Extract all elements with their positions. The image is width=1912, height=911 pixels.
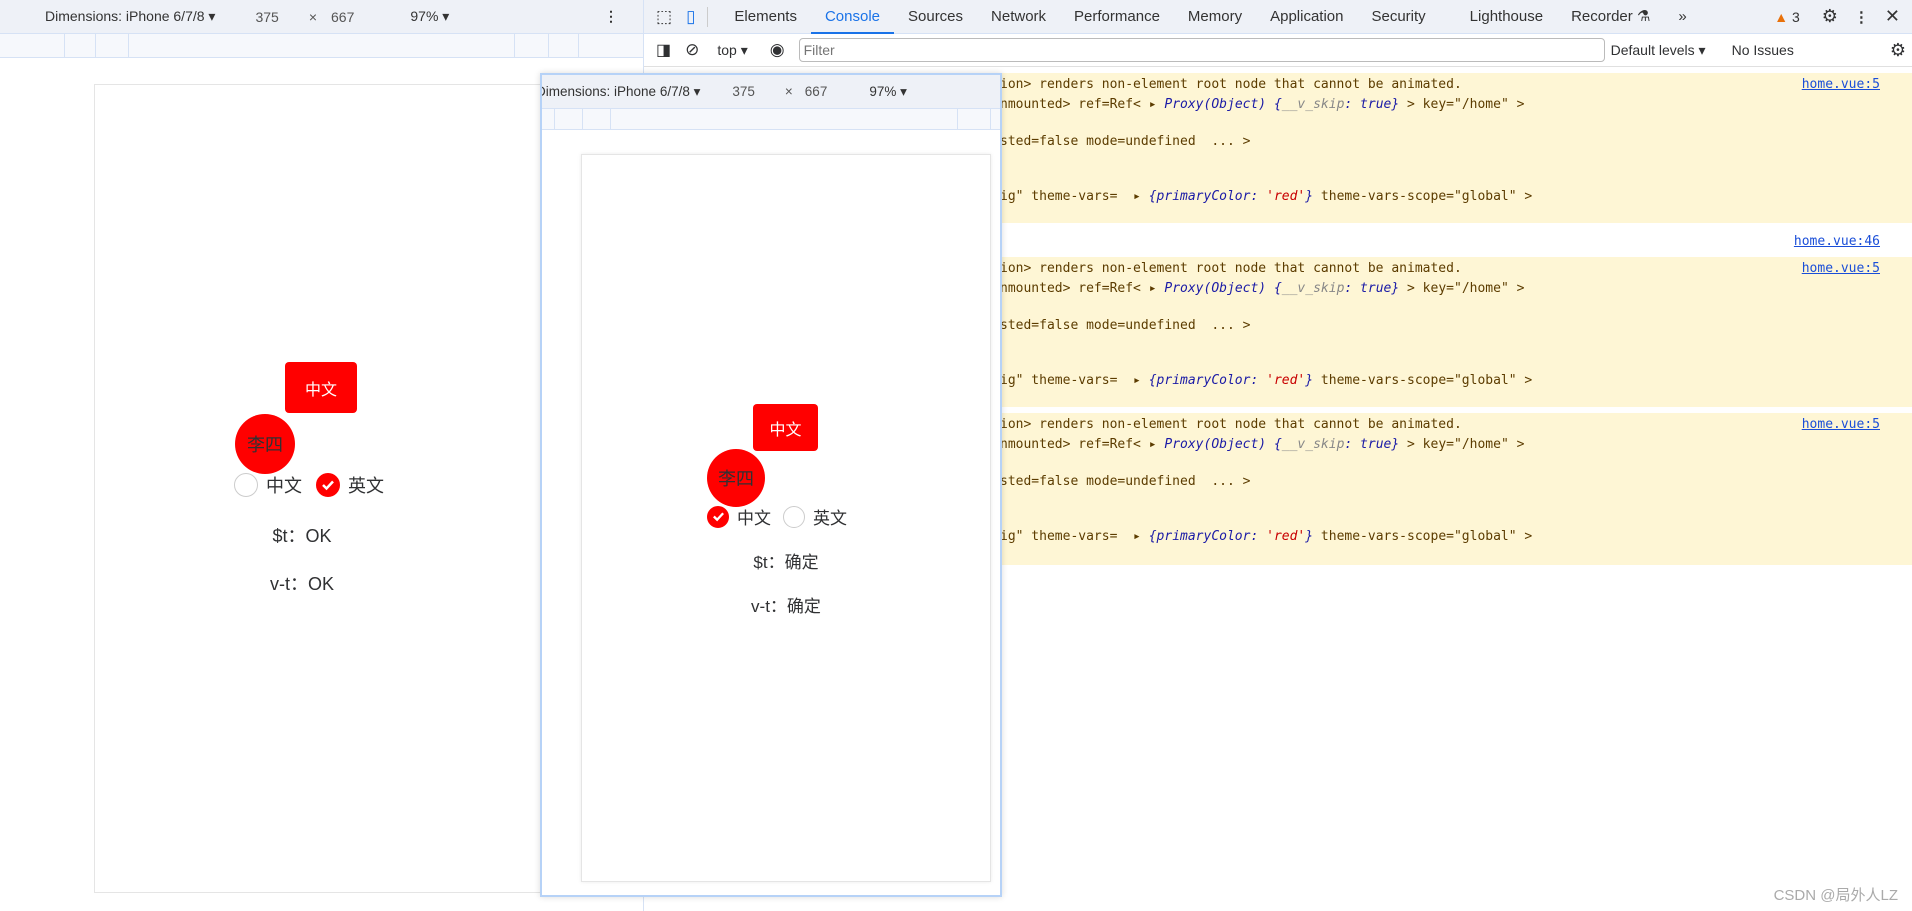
message-line: sted=false mode=undefined ... >	[1000, 318, 1251, 333]
height-input[interactable]: 667	[805, 84, 828, 99]
devtools-tab-bar: ⬚ ▯ Elements Console Sources Network Per…	[644, 0, 1912, 34]
clear-console-icon[interactable]: ⊘	[685, 40, 699, 60]
width-input[interactable]: 375	[255, 9, 278, 25]
t-text: $t：OK	[272, 526, 332, 546]
watermark: CSDN @局外人LZ	[1773, 887, 1898, 904]
avatar: 李四	[235, 414, 295, 474]
log-levels-select[interactable]: Default levels ▾	[1611, 42, 1706, 59]
source-link[interactable]: home.vue:5	[1802, 261, 1880, 276]
message-line[interactable]: ig" theme-vars= ▸ {primaryColor: 'red'} …	[1000, 373, 1532, 388]
filter-input[interactable]	[798, 38, 1605, 62]
radio-checked-icon	[316, 473, 340, 497]
device-toolbar: Dimensions: iPhone 6/7/8 ▾ 375 × 667 97%…	[0, 0, 643, 34]
message-line: ion> renders non-element root node that …	[1000, 261, 1462, 276]
source-link[interactable]: home.vue:5	[1802, 417, 1880, 432]
vt-text: v-t：确定	[751, 597, 821, 616]
tab-network[interactable]: Network	[977, 0, 1060, 34]
message-line[interactable]: nmounted> ref=Ref< ▸ Proxy(Object) {__v_…	[1000, 281, 1524, 296]
message-line: sted=false mode=undefined ... >	[1000, 474, 1251, 489]
message-line: ion> renders non-element root node that …	[1000, 77, 1462, 92]
radio-unchecked-icon	[783, 505, 805, 528]
device-select[interactable]: Dimensions: iPhone 6/7/8 ▾	[542, 84, 700, 100]
eye-icon[interactable]: ◉	[770, 40, 785, 60]
message-line[interactable]: nmounted> ref=Ref< ▸ Proxy(Object) {__v_…	[1000, 97, 1524, 112]
tab-recorder[interactable]: Recorder ⚗	[1557, 0, 1664, 34]
left-app: 中文 李四 中文 英文 $t：OK v-t：OK	[94, 84, 540, 893]
tab-application[interactable]: Application	[1256, 0, 1357, 34]
source-link[interactable]: home.vue:5	[1802, 77, 1880, 92]
t-text: $t：确定	[753, 553, 819, 572]
message-line: ion> renders non-element root node that …	[1000, 417, 1462, 432]
device-select[interactable]: Dimensions: iPhone 6/7/8 ▾	[45, 8, 215, 25]
media-query-ruler	[542, 109, 1000, 130]
radio-checked-icon	[707, 505, 729, 528]
settings-icon[interactable]: ⚙	[1822, 6, 1838, 27]
console-toolbar: ◨ ⊘ top ▾ ◉ Default levels ▾ No Issues ⚙	[644, 34, 1912, 67]
tab-security[interactable]: Security	[1357, 0, 1439, 34]
device-toolbar: Dimensions: iPhone 6/7/8 ▾ 375 × 667 97%…	[542, 75, 1000, 109]
tab-memory[interactable]: Memory	[1174, 0, 1256, 34]
tab-sources[interactable]: Sources	[894, 0, 977, 34]
more-tabs-button[interactable]: »	[1664, 0, 1700, 34]
avatar: 李四	[707, 449, 765, 507]
more-icon[interactable]: ⋮	[604, 8, 618, 25]
close-icon[interactable]: ✕	[1885, 6, 1900, 27]
device-viewport: 中文 李四 中文 英文 $t：确定 v-t：确定	[581, 154, 991, 882]
device-toggle-icon[interactable]: ▯	[686, 7, 695, 27]
floating-device-window: Dimensions: iPhone 6/7/8 ▾ 375 × 667 97%…	[540, 73, 1002, 897]
radio-english[interactable]: 英文	[316, 472, 384, 498]
radio-english[interactable]: 英文	[783, 504, 847, 529]
tab-performance[interactable]: Performance	[1060, 0, 1174, 34]
times-label: ×	[784, 84, 793, 99]
context-select[interactable]: top ▾	[717, 42, 747, 59]
radio-unchecked-icon	[234, 473, 258, 497]
radio-label: 英文	[813, 509, 847, 528]
radio-label: 英文	[348, 476, 384, 496]
zoom-select[interactable]: 97% ▾	[410, 8, 449, 25]
vt-text: v-t：OK	[269, 574, 334, 594]
times-label: ×	[308, 8, 318, 25]
tab-console[interactable]: Console	[810, 0, 894, 34]
tab-lighthouse[interactable]: Lighthouse	[1456, 0, 1557, 34]
issues-button[interactable]: No Issues	[1732, 42, 1794, 58]
language-button[interactable]: 中文	[285, 362, 357, 413]
inspect-icon[interactable]: ⬚	[656, 7, 672, 27]
warnings-badge[interactable]: ▲ 3	[1774, 9, 1800, 25]
message-line[interactable]: ig" theme-vars= ▸ {primaryColor: 'red'} …	[1000, 189, 1532, 204]
more-icon[interactable]: ⋮	[1854, 8, 1869, 26]
sidebar-toggle-icon[interactable]: ◨	[656, 40, 671, 60]
message-line[interactable]: nmounted> ref=Ref< ▸ Proxy(Object) {__v_…	[1000, 437, 1524, 452]
media-query-ruler	[0, 34, 643, 58]
width-input[interactable]: 375	[732, 84, 755, 99]
radio-chinese[interactable]: 中文	[707, 504, 771, 529]
radio-chinese[interactable]: 中文	[234, 472, 302, 498]
tab-elements[interactable]: Elements	[720, 0, 811, 34]
zoom-select[interactable]: 97% ▾	[869, 84, 907, 100]
language-button[interactable]: 中文	[753, 404, 818, 451]
source-link[interactable]: home.vue:46	[1794, 234, 1880, 249]
message-line[interactable]: ig" theme-vars= ▸ {primaryColor: 'red'} …	[1000, 529, 1532, 544]
radio-label: 中文	[266, 476, 302, 496]
height-input[interactable]: 667	[331, 9, 354, 25]
console-settings-icon[interactable]: ⚙	[1890, 40, 1906, 61]
radio-label: 中文	[737, 509, 771, 528]
warning-icon: ▲	[1774, 8, 1789, 25]
message-line: sted=false mode=undefined ... >	[1000, 134, 1251, 149]
